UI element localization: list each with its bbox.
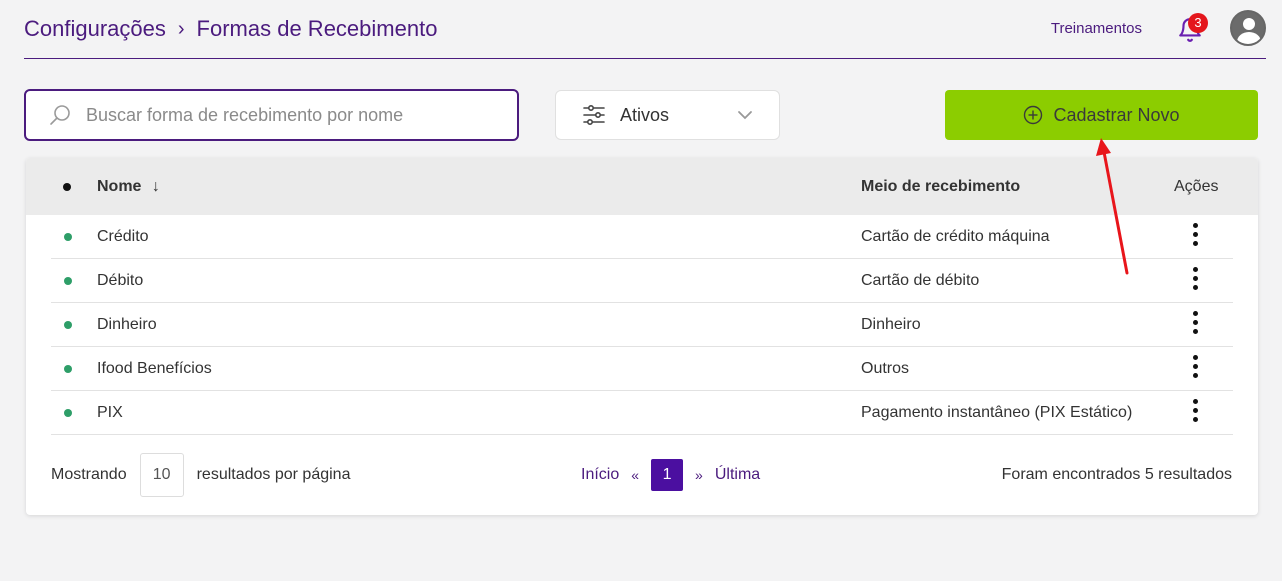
filter-selected-value: Ativos — [620, 104, 670, 125]
row-name: PIX — [97, 404, 123, 421]
active-status-dot — [64, 365, 72, 373]
active-status-dot — [64, 277, 72, 285]
active-status-dot — [64, 233, 72, 241]
row-method: Pagamento instantâneo (PIX Estático) — [861, 404, 1133, 421]
row-actions-menu-icon[interactable] — [1187, 399, 1203, 427]
notification-badge: 3 — [1188, 13, 1208, 33]
active-status-dot — [64, 321, 72, 329]
row-name: Dinheiro — [97, 316, 157, 333]
sort-arrow-icon: ↓ — [151, 178, 160, 195]
search-input[interactable] — [86, 104, 486, 126]
table-row[interactable]: PIX Pagamento instantâneo (PIX Estático) — [51, 391, 1233, 435]
row-name: Débito — [97, 272, 144, 289]
table-footer: Mostrando 10 resultados por página Iníci… — [26, 450, 1258, 498]
prev-page-link[interactable]: « — [631, 467, 639, 483]
avatar-head-shape — [1243, 18, 1255, 30]
page-title: Formas de Recebimento — [196, 16, 438, 41]
row-method: Outros — [861, 360, 910, 377]
table-row[interactable]: Crédito Cartão de crédito máquina — [51, 215, 1233, 259]
row-actions-menu-icon[interactable] — [1187, 223, 1203, 251]
avatar-body-shape — [1237, 32, 1261, 44]
per-page-suffix: resultados por página — [196, 466, 351, 483]
status-column-dot — [63, 183, 71, 191]
row-name: Ifood Benefícios — [97, 360, 212, 377]
breadcrumb-configuracoes[interactable]: Configurações — [24, 16, 166, 42]
column-header-method: Meio de recebimento — [861, 178, 1021, 195]
active-status-dot — [64, 409, 72, 417]
table-row[interactable]: Ifood Benefícios Outros — [51, 347, 1233, 391]
current-page-button[interactable]: 1 — [651, 459, 684, 491]
result-count: Foram encontrados 5 resultados — [1001, 466, 1232, 483]
user-avatar[interactable] — [1230, 10, 1266, 46]
column-header-actions: Ações — [1174, 178, 1219, 195]
status-filter-select[interactable]: Ativos — [555, 90, 780, 140]
plus-circle-icon — [1024, 105, 1043, 125]
add-new-button[interactable]: Cadastrar Novo — [945, 90, 1258, 140]
training-link[interactable]: Treinamentos — [1051, 20, 1142, 37]
sliders-icon — [583, 104, 605, 125]
chevron-down-icon — [738, 111, 752, 120]
row-name: Crédito — [97, 228, 149, 245]
table-row[interactable]: Dinheiro Dinheiro — [51, 303, 1233, 347]
search-icon — [50, 105, 70, 125]
search-box — [24, 89, 519, 141]
add-new-button-label: Cadastrar Novo — [1053, 104, 1180, 125]
row-actions-menu-icon[interactable] — [1187, 267, 1203, 295]
table-header: Nome ↓ Meio de recebimento Ações — [26, 158, 1258, 215]
row-method: Dinheiro — [861, 316, 921, 333]
row-actions-menu-icon[interactable] — [1187, 355, 1203, 383]
showing-label: Mostrando — [51, 466, 127, 483]
last-page-link[interactable]: Última — [715, 466, 760, 484]
table-row[interactable]: Débito Cartão de débito — [51, 259, 1233, 303]
per-page-control: Mostrando 10 resultados por página — [51, 453, 350, 497]
row-method: Cartão de débito — [861, 272, 980, 289]
table-body: Crédito Cartão de crédito máquina Débito… — [51, 215, 1233, 435]
row-actions-menu-icon[interactable] — [1187, 311, 1203, 339]
breadcrumb: Configurações › Formas de Recebimento — [24, 16, 437, 42]
notifications-button[interactable]: 3 — [1176, 13, 1208, 43]
next-page-link[interactable]: » — [695, 467, 703, 483]
pagination: Início « 1 » Última — [581, 459, 760, 491]
column-header-name-label: Nome — [97, 178, 142, 195]
row-method: Cartão de crédito máquina — [861, 228, 1050, 245]
breadcrumb-separator: › — [177, 17, 185, 40]
column-header-name[interactable]: Nome ↓ — [97, 178, 160, 196]
first-page-link[interactable]: Início — [581, 466, 619, 484]
top-bar: Configurações › Formas de Recebimento Tr… — [24, 0, 1266, 59]
per-page-select[interactable]: 10 — [139, 453, 184, 497]
results-table-card: Nome ↓ Meio de recebimento Ações Crédito… — [26, 158, 1258, 515]
